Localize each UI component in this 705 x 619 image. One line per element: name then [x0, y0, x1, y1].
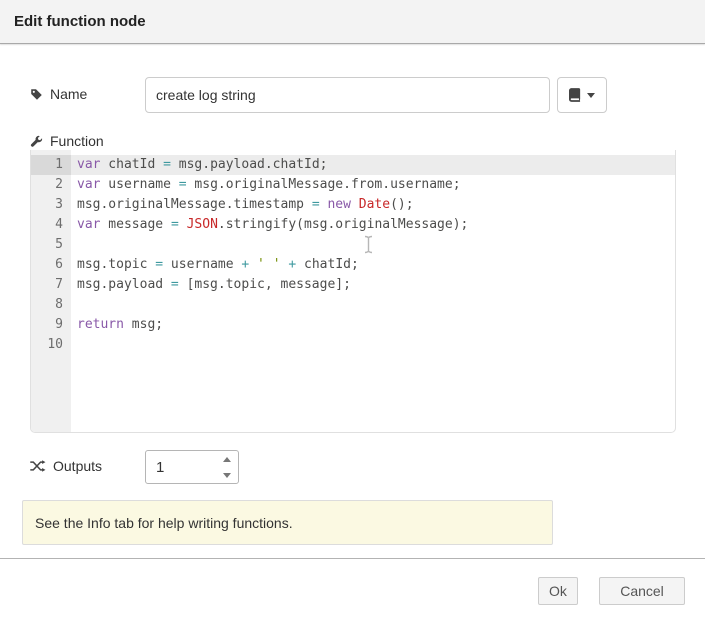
function-label-row: Function — [30, 133, 104, 149]
edit-function-node-dialog: Edit function node Name Function 1234567… — [0, 0, 705, 619]
code-token: = — [171, 217, 179, 232]
code-token — [351, 197, 359, 212]
function-label: Function — [50, 133, 104, 149]
line-number: 10 — [31, 335, 71, 355]
line-number: 2 — [31, 175, 71, 195]
editor-code[interactable]: var chatId = msg.payload.chatId;var user… — [71, 150, 675, 432]
code-token: msg.originalMessage.timestamp — [77, 197, 312, 212]
name-label-row: Name — [30, 86, 87, 102]
outputs-spinner — [145, 450, 239, 484]
chevron-down-icon — [587, 93, 595, 98]
code-token: username — [163, 257, 241, 272]
code-line[interactable]: msg.payload = [msg.topic, message]; — [71, 275, 675, 295]
code-line[interactable] — [71, 295, 675, 315]
code-token: = — [171, 277, 179, 292]
code-token: var — [77, 157, 100, 172]
outputs-label-row: Outputs — [30, 458, 102, 474]
code-token: var — [77, 177, 100, 192]
shuffle-icon — [30, 460, 46, 472]
code-line[interactable] — [71, 335, 675, 355]
code-token: = — [163, 157, 171, 172]
code-line[interactable]: msg.originalMessage.timestamp = new Date… — [71, 195, 675, 215]
code-token: ' ' — [257, 257, 280, 272]
code-token: msg; — [124, 317, 163, 332]
line-number: 8 — [31, 295, 71, 315]
code-token — [249, 257, 257, 272]
name-input[interactable] — [145, 77, 550, 113]
line-number: 9 — [31, 315, 71, 335]
text-cursor-icon — [363, 235, 374, 259]
function-code-editor[interactable]: 12345678910 var chatId = msg.payload.cha… — [30, 150, 676, 433]
editor-gutter: 12345678910 — [31, 150, 71, 432]
arrow-up-icon — [223, 457, 231, 462]
footer-bar: Ok Cancel — [0, 559, 705, 619]
dialog-header: Edit function node — [0, 0, 705, 44]
library-button[interactable] — [557, 77, 607, 113]
code-token: JSON — [187, 217, 218, 232]
code-token: username — [100, 177, 178, 192]
code-token: msg.originalMessage.from.username; — [187, 177, 461, 192]
code-token — [179, 217, 187, 232]
code-token: var — [77, 217, 100, 232]
code-token: (); — [390, 197, 413, 212]
code-line[interactable]: var chatId = msg.payload.chatId; — [71, 155, 675, 175]
cancel-button[interactable]: Cancel — [599, 577, 685, 605]
code-token: msg.topic — [77, 257, 155, 272]
code-token: chatId — [100, 157, 163, 172]
arrow-down-icon — [223, 473, 231, 478]
info-tip-box: See the Info tab for help writing functi… — [22, 500, 553, 545]
dialog-title: Edit function node — [14, 13, 146, 30]
code-token: + — [288, 257, 296, 272]
spinner-down-button[interactable] — [216, 467, 238, 483]
code-token: new — [327, 197, 350, 212]
code-token: = — [179, 177, 187, 192]
name-label: Name — [50, 86, 87, 102]
spinner-buttons — [216, 451, 238, 483]
code-token: chatId; — [296, 257, 359, 272]
ok-button[interactable]: Ok — [538, 577, 578, 605]
code-token: return — [77, 317, 124, 332]
code-line[interactable]: var username = msg.originalMessage.from.… — [71, 175, 675, 195]
code-token: msg.payload.chatId; — [171, 157, 328, 172]
code-token: [msg.topic, message]; — [179, 277, 351, 292]
code-token: Date — [359, 197, 390, 212]
code-token: message — [100, 217, 170, 232]
line-number: 4 — [31, 215, 71, 235]
line-number: 1 — [31, 155, 71, 175]
info-tip-text: See the Info tab for help writing functi… — [35, 515, 293, 531]
spinner-up-button[interactable] — [216, 451, 238, 467]
tag-icon — [30, 88, 43, 101]
wrench-icon — [30, 135, 43, 148]
line-number: 5 — [31, 235, 71, 255]
code-token: = — [312, 197, 320, 212]
code-line[interactable]: return msg; — [71, 315, 675, 335]
line-number: 6 — [31, 255, 71, 275]
book-icon — [569, 88, 581, 102]
outputs-input[interactable] — [146, 451, 216, 483]
line-number: 7 — [31, 275, 71, 295]
outputs-label: Outputs — [53, 458, 102, 474]
code-token: msg.payload — [77, 277, 171, 292]
line-number: 3 — [31, 195, 71, 215]
code-token: .stringify(msg.originalMessage); — [218, 217, 468, 232]
code-line[interactable]: var message = JSON.stringify(msg.origina… — [71, 215, 675, 235]
code-token: = — [155, 257, 163, 272]
